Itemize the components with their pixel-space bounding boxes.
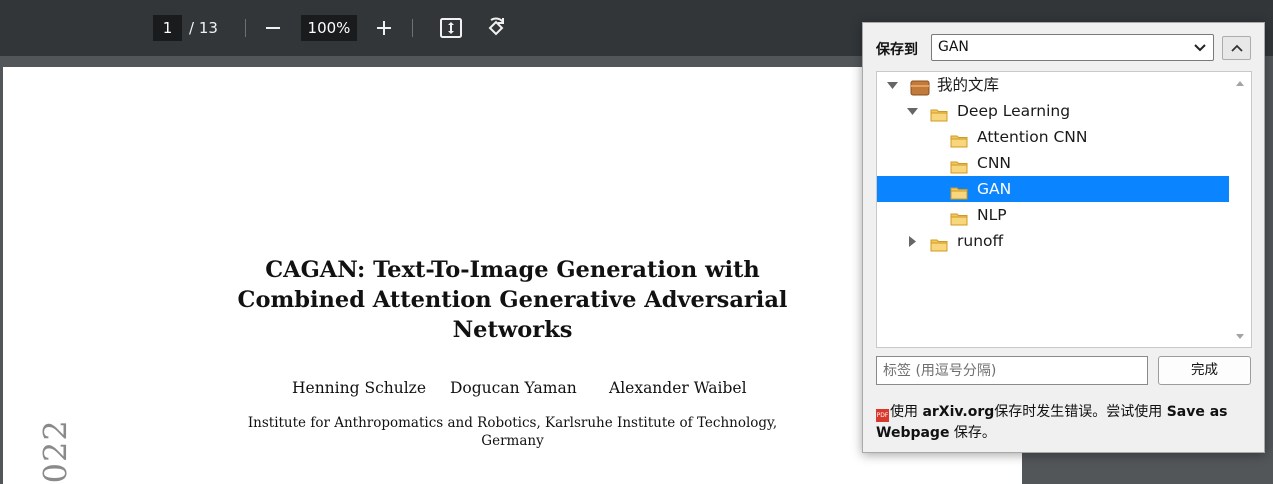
toolbar-divider (245, 19, 246, 37)
fit-to-page-button[interactable] (437, 14, 465, 42)
tree-item-label: GAN (977, 180, 1012, 198)
zoom-out-button[interactable] (259, 14, 287, 42)
zoom-in-button[interactable] (370, 14, 398, 42)
collapse-tree-button[interactable] (1222, 36, 1251, 60)
save-to-zotero-popup: 保存到 GAN 我的文库 Deep Learning Attention CNN CN… (862, 22, 1265, 453)
collection-tree[interactable]: 我的文库 Deep Learning Attention CNN CNN GAN NLP r… (876, 71, 1252, 348)
twisty-expanded-icon[interactable] (906, 98, 918, 124)
error-message: PDF 使用 arXiv.org保存时发生错误。尝试使用 Save as Webp… (876, 402, 1251, 444)
tree-item-label: Deep Learning (957, 102, 1071, 120)
pdf-file-icon: PDF (876, 409, 889, 422)
folder-icon (950, 208, 968, 226)
tree-item[interactable]: runoff (877, 228, 1230, 254)
author-name: Alexander Waibel (609, 379, 747, 397)
tree-item-label: NLP (977, 206, 1007, 224)
page-number-input[interactable]: 1 (153, 15, 182, 41)
tree-item[interactable]: GAN (877, 176, 1230, 202)
rotate-icon (488, 17, 504, 36)
zoom-level-input[interactable]: 100% (301, 15, 357, 41)
tree-item-label: CNN (977, 154, 1012, 172)
scroll-down-icon[interactable] (1235, 331, 1245, 341)
twisty-collapsed-icon[interactable] (906, 228, 918, 254)
tags-input[interactable] (876, 356, 1148, 385)
tree-item[interactable]: 我的文库 (877, 72, 1230, 98)
plus-icon (377, 21, 391, 35)
translator-name: arXiv.org (922, 404, 995, 420)
arxiv-stamp-text: 2022 (36, 419, 75, 484)
folder-icon (930, 234, 948, 252)
page-total: / 13 (189, 19, 218, 37)
tree-item[interactable]: Attention CNN (877, 124, 1230, 150)
tree-item[interactable]: NLP (877, 202, 1230, 228)
toolbar-divider (412, 19, 413, 37)
error-prefix: 使用 (890, 404, 923, 420)
done-button[interactable]: 完成 (1158, 356, 1251, 385)
author-name: Dogucan Yaman (450, 379, 577, 397)
chevron-up-icon (1230, 44, 1243, 52)
tree-item[interactable]: Deep Learning (877, 98, 1230, 124)
folder-icon (950, 156, 968, 174)
scroll-up-icon[interactable] (1235, 78, 1245, 88)
tree-item-label: 我的文库 (937, 76, 1000, 94)
twisty-expanded-icon[interactable] (886, 72, 898, 98)
collection-select-value: GAN (938, 39, 969, 55)
tree-scrollbar[interactable] (1229, 72, 1251, 347)
folder-icon (930, 104, 948, 122)
arxiv-side-stamp: 2022 (25, 419, 75, 484)
tree-item[interactable]: CNN (877, 150, 1230, 176)
tree-item-label: runoff (957, 232, 1004, 250)
author-name: Henning Schulze (292, 379, 427, 397)
fit-to-page-icon (440, 18, 462, 38)
folder-icon (950, 130, 968, 148)
library-icon (910, 78, 930, 96)
minus-icon (266, 27, 280, 29)
chevron-down-icon (1192, 35, 1208, 60)
save-to-label: 保存到 (876, 42, 918, 58)
tree-item-label: Attention CNN (977, 128, 1088, 146)
rotate-button[interactable] (482, 14, 510, 42)
error-suffix: 保存。 (949, 425, 996, 441)
folder-icon (950, 182, 968, 200)
error-middle: 保存时发生错误。尝试使用 (994, 404, 1167, 420)
collection-select[interactable]: GAN (931, 34, 1214, 61)
